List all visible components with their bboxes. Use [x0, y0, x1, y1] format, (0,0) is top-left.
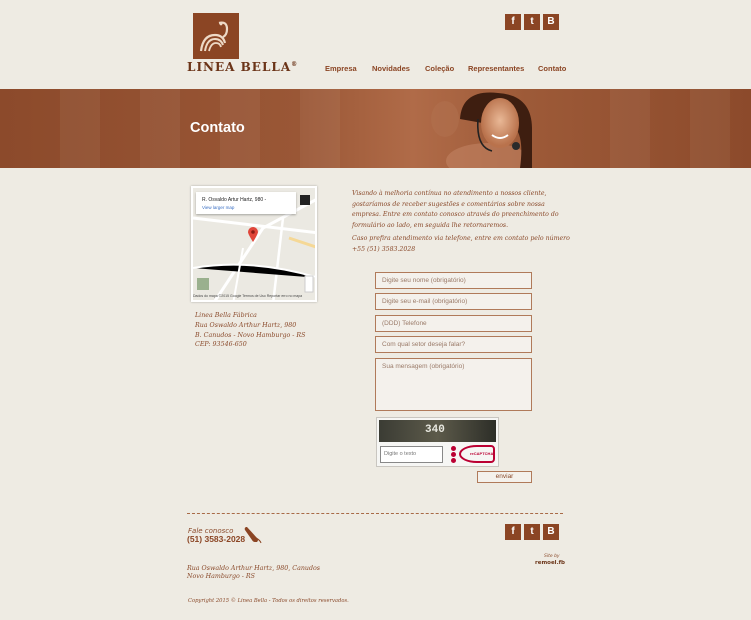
- message-textarea[interactable]: Sua mensagem (obrigatório): [375, 358, 532, 411]
- map-larger-link[interactable]: View larger map: [202, 205, 234, 210]
- facebook-icon[interactable]: f: [505, 14, 521, 30]
- map-pin-icon[interactable]: [248, 227, 258, 242]
- map-info-card: [196, 192, 296, 214]
- nav-item-empresa[interactable]: Empresa: [325, 64, 357, 73]
- logo-text: LINEA BELLA®: [187, 60, 299, 74]
- captcha-controls[interactable]: [451, 446, 457, 464]
- copyright: Copyright 2015 © Linea Bella - Todos os …: [188, 598, 349, 604]
- address-line: CEP: 93546-650: [195, 341, 247, 348]
- map-footer: Dados do mapa ©2015 Google Termos de Uso…: [193, 294, 303, 298]
- twitter-icon[interactable]: t: [524, 14, 540, 30]
- site-by-label: Site by: [544, 554, 560, 559]
- sector-select[interactable]: Com qual setor deseja falar?: [375, 336, 532, 353]
- help-icon[interactable]: [451, 458, 456, 463]
- blogger-icon[interactable]: B: [543, 524, 559, 540]
- phone-input[interactable]: (DDD) Telefone: [375, 315, 532, 332]
- footer-divider: [187, 513, 563, 514]
- logo-mark[interactable]: [193, 13, 239, 59]
- phone-handset-icon: [244, 527, 262, 544]
- footer-address: Rua Oswaldo Arthur Hartz, 980, Canudos: [187, 565, 321, 572]
- send-button[interactable]: enviar: [477, 471, 532, 483]
- nav-item-contato[interactable]: Contato: [538, 64, 566, 73]
- phone-note: Caso prefira atendimento via telefone, e…: [352, 235, 570, 253]
- facebook-icon[interactable]: f: [505, 524, 521, 540]
- recaptcha-logo-text: reCAPTCHA: [470, 451, 494, 456]
- address-line: Linea Bella Fábrica: [195, 312, 257, 319]
- address-line: B. Canudos - Novo Hamburgo - RS: [195, 332, 306, 339]
- name-input[interactable]: Digite seu nome (obrigatório): [375, 272, 532, 289]
- email-input[interactable]: Digite seu e-mail (obrigatório): [375, 293, 532, 310]
- footer-address: Novo Hamburgo - RS: [187, 573, 255, 580]
- page-title: Contato: [190, 120, 245, 136]
- nav-item-novidades[interactable]: Novidades: [372, 64, 410, 73]
- audio-icon[interactable]: [451, 452, 456, 457]
- refresh-icon[interactable]: [451, 446, 456, 451]
- map-directions-icon[interactable]: [300, 195, 310, 205]
- map-address: R. Osvaldo Artur Hartz, 980 -: [202, 197, 267, 203]
- captcha-input[interactable]: Digite o texto: [380, 446, 443, 463]
- intro-text: Visando à melhoria contínua no atendimen…: [352, 190, 559, 229]
- contact-phone: (51) 3583-2028: [187, 534, 246, 544]
- site-by-brand[interactable]: remoel.fb: [535, 560, 565, 566]
- blogger-icon[interactable]: B: [543, 14, 559, 30]
- swan-icon: [199, 21, 229, 52]
- twitter-icon[interactable]: t: [524, 524, 540, 540]
- address-line: Rua Oswaldo Arthur Hartz, 980: [195, 322, 297, 329]
- page-banner: [0, 89, 751, 168]
- nav-item-representantes[interactable]: Representantes: [468, 64, 524, 73]
- captcha-image: 340: [379, 420, 496, 442]
- nav-item-colecao[interactable]: Coleção: [425, 64, 454, 73]
- banner-photo: [431, 92, 532, 168]
